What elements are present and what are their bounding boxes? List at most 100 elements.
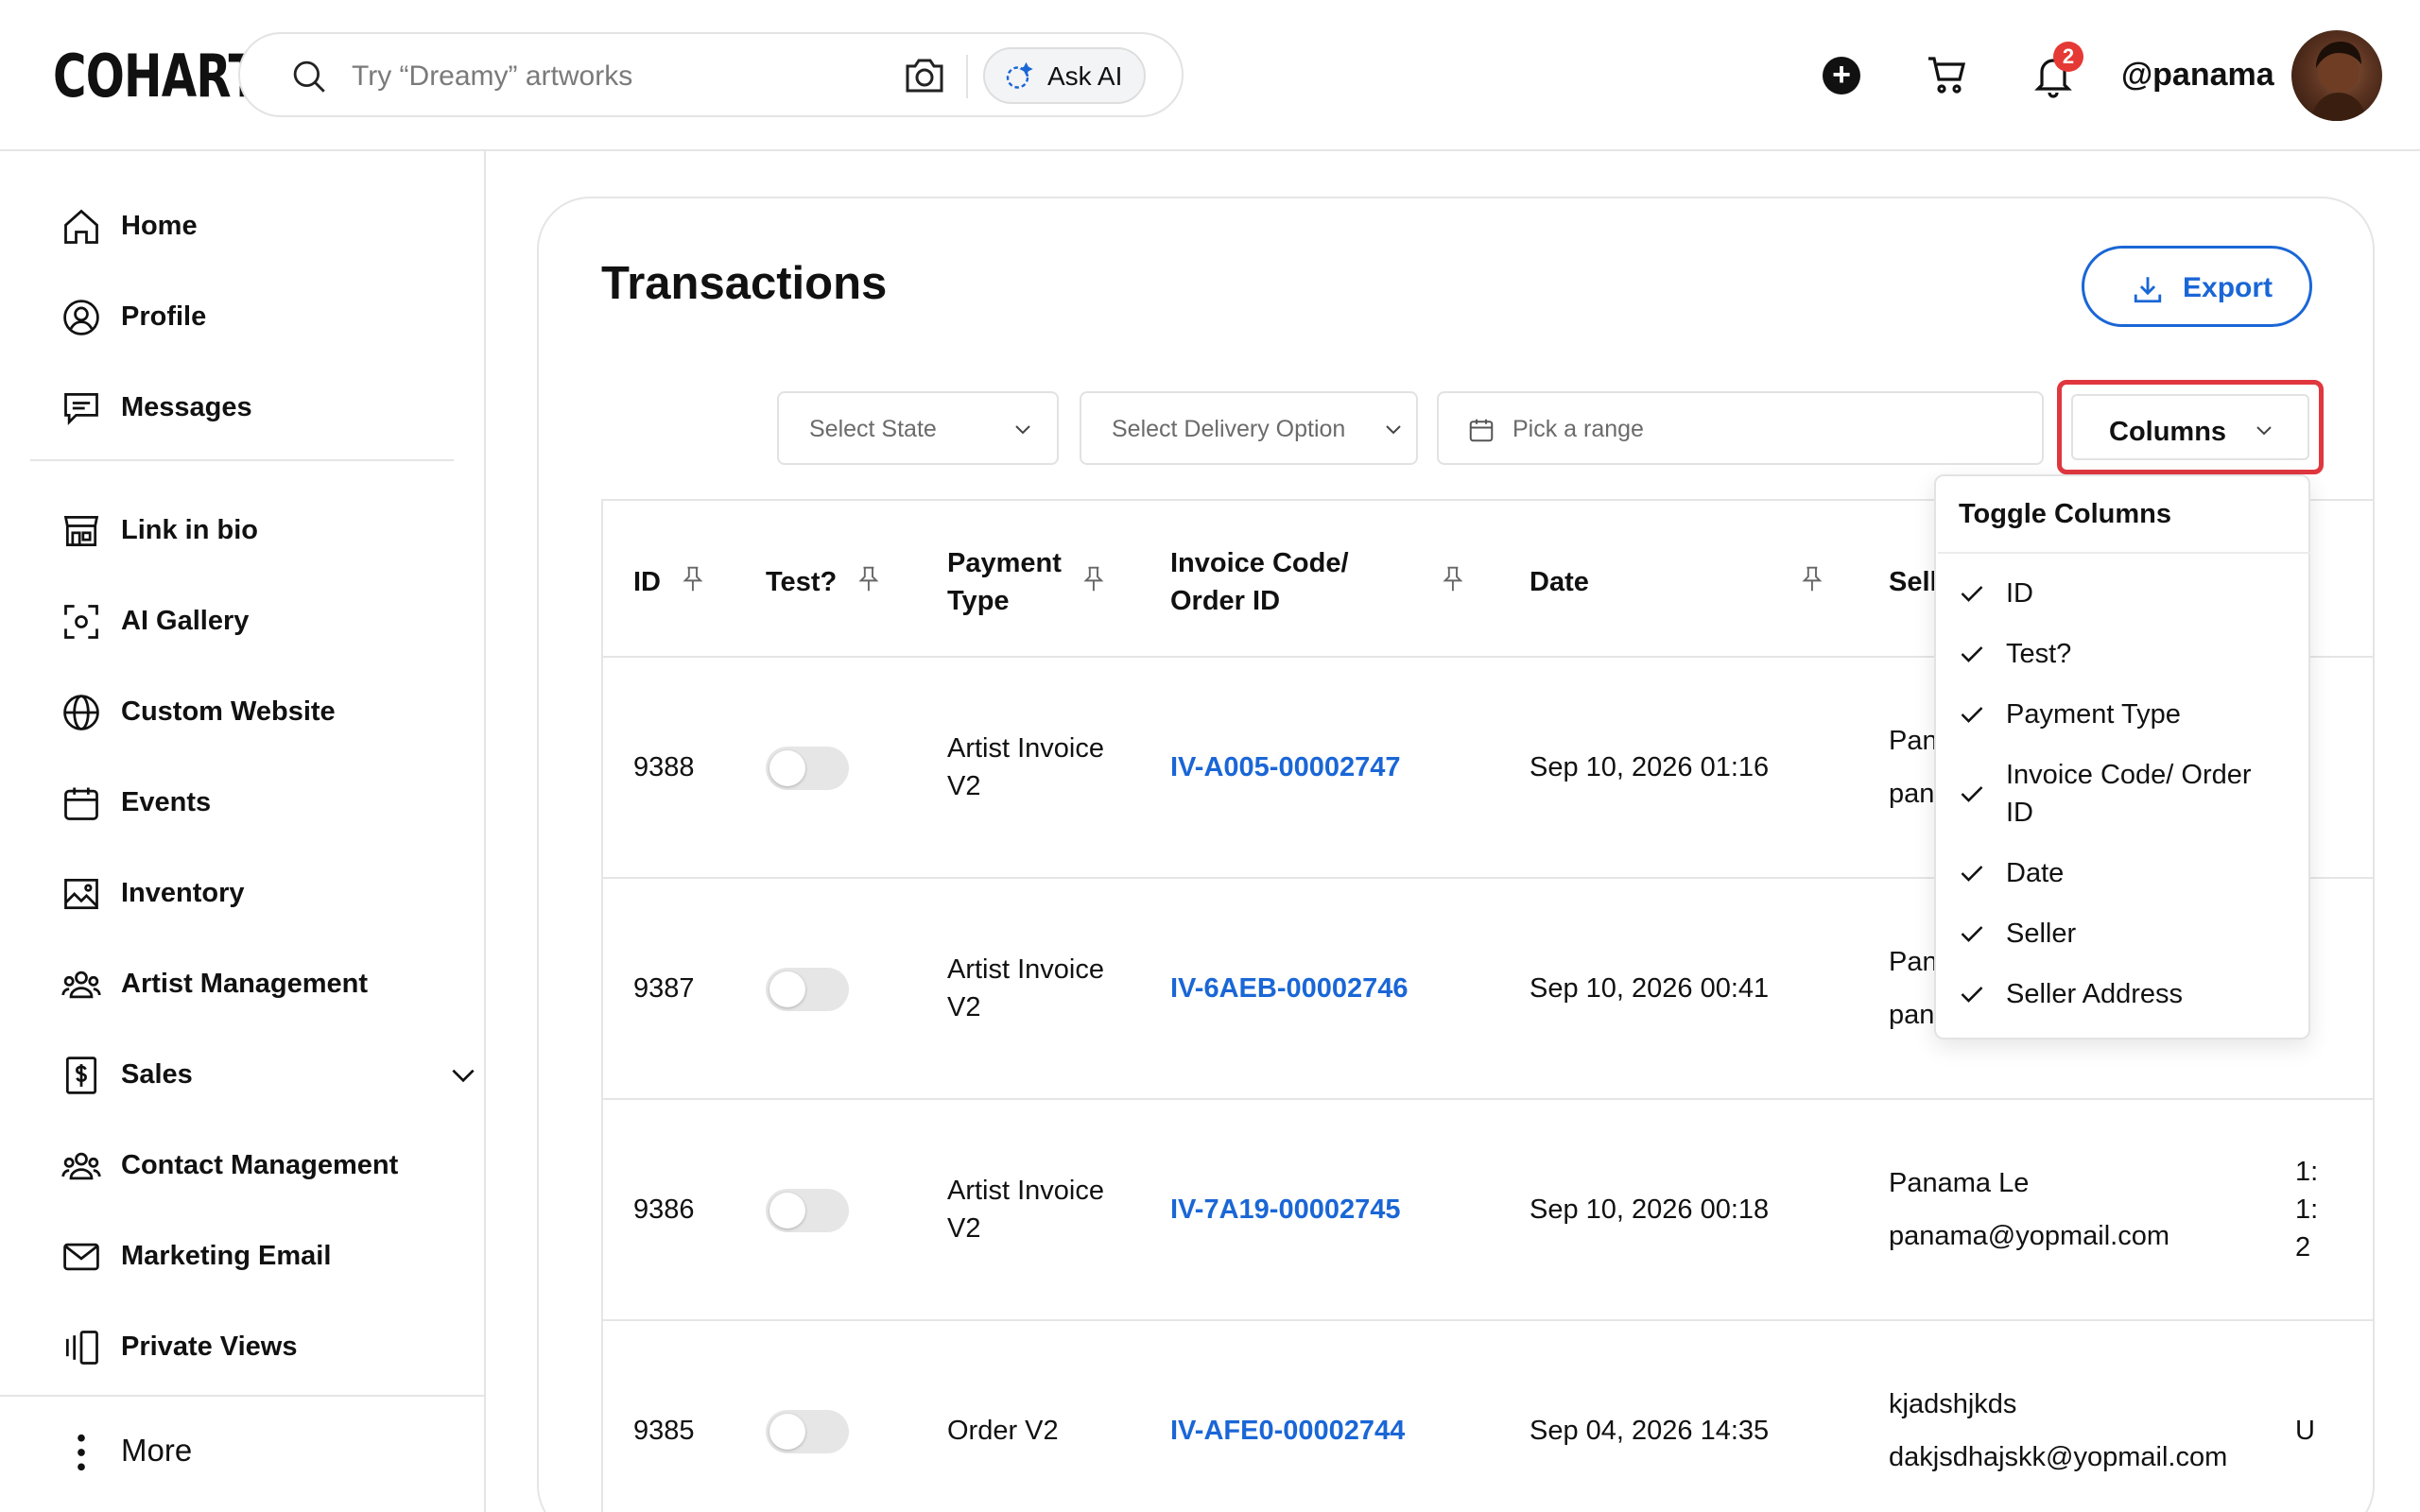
menu-item-label: ID	[2006, 798, 2033, 828]
menu-item-label: Seller Address	[2006, 979, 2183, 1009]
chevron-down-icon	[1015, 425, 1030, 435]
menu-item-test[interactable]: Test?	[1959, 635, 2299, 673]
cell-seller-address: U	[2295, 1416, 2315, 1446]
invoice-link[interactable]: IV-7A19-00002745	[1170, 1191, 1400, 1228]
check-icon	[1961, 646, 1983, 662]
mail-icon	[63, 1243, 99, 1271]
sidebar-item-home[interactable]: Home	[60, 198, 439, 255]
column-header-label: Date	[1530, 567, 1589, 597]
date-range-picker[interactable]: Pick a range	[1437, 391, 2044, 465]
sidebar-item-private-views[interactable]: Private Views	[60, 1319, 439, 1376]
pin-icon[interactable]	[1443, 565, 1463, 593]
cell-seller-name: Pan	[1889, 726, 1938, 756]
sidebar-item-profile[interactable]: Profile	[60, 289, 439, 346]
pin-icon[interactable]	[1802, 565, 1823, 593]
sidebar-item-custom-website[interactable]: Custom Website	[60, 684, 439, 741]
chevron-down-icon	[2256, 426, 2272, 436]
export-button[interactable]: Export	[2082, 246, 2312, 327]
test-toggle[interactable]	[766, 747, 849, 790]
avatar-portrait	[2310, 42, 2367, 121]
cell-payment-type: Artist Invoice	[947, 1176, 1104, 1206]
column-header-label: Order ID	[1170, 586, 1281, 616]
cell-seller-address: 1:	[2295, 1194, 2319, 1225]
invoice-link[interactable]: IV-6AEB-00002746	[1170, 970, 1409, 1007]
sidebar-item-contact-management[interactable]: Contact Management	[60, 1138, 439, 1194]
columns-label: Columns	[2109, 417, 2227, 447]
cell-seller-name: Pan	[1889, 947, 1938, 977]
cell-seller-email: pan	[1889, 1000, 1935, 1030]
add-icon[interactable]: +	[1823, 57, 1860, 94]
table-row[interactable]: 9385 Order V2 IV-AFE0-00002744 Sep 04, 2…	[603, 1321, 2373, 1512]
sidebar-item-ai-gallery[interactable]: AI Gallery	[60, 593, 439, 650]
search-divider	[966, 55, 968, 98]
cell-id: 9388	[633, 752, 695, 782]
users-icon	[61, 1152, 101, 1180]
globe-icon	[63, 695, 99, 730]
menu-item-date[interactable]: Date	[1959, 854, 2299, 892]
dollar-doc-icon	[65, 1057, 97, 1094]
pin-icon[interactable]	[858, 565, 879, 593]
column-header-label: Type	[947, 586, 1010, 616]
sidebar-divider	[0, 1395, 486, 1397]
sidebar-item-link-in-bio[interactable]: Link in bio	[60, 503, 439, 559]
delivery-option-select[interactable]: Select Delivery Option	[1080, 391, 1418, 465]
avatar[interactable]	[2291, 30, 2382, 121]
invoice-link[interactable]: IV-AFE0-00002744	[1170, 1412, 1405, 1450]
toggle-knob	[769, 971, 805, 1007]
menu-item-invoice-code[interactable]: Invoice Code/ Order ID	[1959, 756, 2299, 832]
column-header-label: ID	[633, 567, 661, 597]
menu-item-label: Seller	[2006, 919, 2077, 949]
menu-item-label: Date	[2006, 858, 2065, 888]
cell-date: Sep 04, 2026 14:35	[1530, 1416, 1770, 1446]
sidebar-item-artist-management[interactable]: Artist Management	[60, 956, 439, 1013]
state-select[interactable]: Select State	[777, 391, 1059, 465]
cell-payment-type: V2	[947, 1213, 981, 1244]
page-title: Transactions	[601, 258, 888, 309]
cell-id: 9385	[633, 1416, 695, 1446]
sidebar-item-sales[interactable]: Sales	[60, 1047, 475, 1104]
toggle-knob	[769, 1414, 805, 1450]
cart-icon[interactable]	[1925, 53, 1970, 98]
test-toggle[interactable]	[766, 1410, 849, 1453]
cell-seller-name: kjadshjkds	[1889, 1389, 2017, 1419]
menu-item-seller-address[interactable]: Seller Address	[1959, 975, 2299, 1013]
sidebar-more-button[interactable]: More	[60, 1423, 344, 1480]
menu-item-payment-type[interactable]: Payment Type	[1959, 696, 2299, 733]
test-toggle[interactable]	[766, 968, 849, 1011]
sidebar-item-marketing-email[interactable]: Marketing Email	[60, 1228, 439, 1285]
invoice-link[interactable]: IV-A005-00002747	[1170, 748, 1400, 786]
sidebar-item-messages[interactable]: Messages	[60, 380, 439, 437]
users-icon	[61, 971, 101, 999]
pin-icon[interactable]	[1083, 565, 1104, 593]
message-icon	[64, 392, 98, 425]
sidebar: Home Profile Messages Link in bio AI Gal…	[0, 151, 486, 1512]
storefront-icon	[63, 515, 99, 547]
menu-item-id[interactable]: ID	[1959, 575, 2299, 612]
table-row[interactable]: 9386 Artist Invoice V2 IV-7A19-00002745 …	[603, 1100, 2373, 1321]
sidebar-item-label: Private Views	[121, 1332, 298, 1362]
pin-icon[interactable]	[683, 565, 703, 593]
sidebar-item-events[interactable]: Events	[60, 775, 439, 832]
ask-ai-button[interactable]: Ask AI	[983, 47, 1146, 104]
cell-date: Sep 10, 2026 00:41	[1530, 973, 1770, 1004]
download-icon	[2134, 277, 2162, 303]
toggle-columns-title: Toggle Columns	[1959, 499, 2172, 529]
cohart-logo[interactable]: COHART	[53, 42, 260, 111]
cell-seller-address: 1:	[2295, 1157, 2319, 1187]
scan-face-icon	[64, 605, 98, 639]
menu-divider	[1938, 552, 2310, 554]
toggle-knob	[769, 750, 805, 786]
columns-button[interactable]: Columns	[2057, 380, 2324, 474]
username[interactable]: @panama	[2121, 57, 2274, 94]
sidebar-item-inventory[interactable]: Inventory	[60, 866, 439, 922]
test-toggle[interactable]	[766, 1189, 849, 1232]
cell-id: 9386	[633, 1194, 695, 1225]
column-header-label: Sell	[1889, 567, 1938, 597]
menu-item-seller[interactable]: Seller	[1959, 915, 2299, 953]
camera-icon[interactable]	[902, 55, 947, 96]
sidebar-more-label: More	[121, 1433, 193, 1468]
chevron-down-icon[interactable]	[448, 1062, 478, 1089]
cell-seller-email: panama@yopmail.com	[1889, 1221, 2170, 1251]
calendar-icon	[64, 787, 98, 820]
export-label: Export	[2183, 272, 2273, 303]
